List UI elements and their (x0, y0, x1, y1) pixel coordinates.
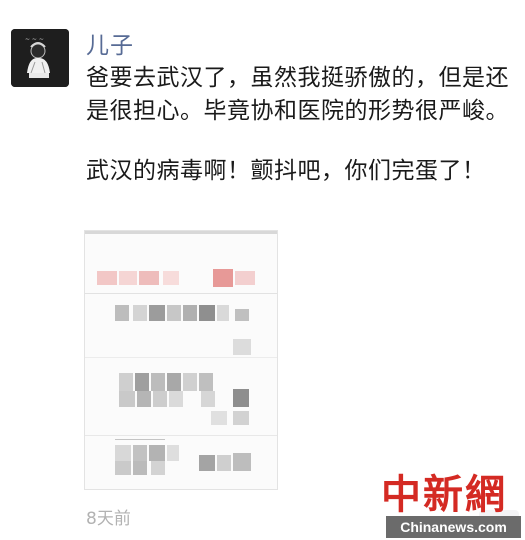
watermark-logo: 中新網 (381, 471, 507, 518)
avatar-image: ~ ~ ~ (11, 29, 69, 87)
watermark-url: Chinanews.com (386, 516, 521, 538)
author-name[interactable]: 儿子 (86, 26, 134, 60)
attached-image-thumbnail[interactable] (84, 230, 278, 490)
avatar[interactable]: ~ ~ ~ (11, 29, 69, 87)
watermark: 中新網 Chinanews.com (380, 462, 525, 540)
post-timestamp: 8天前 (86, 509, 131, 529)
svg-text:~ ~ ~: ~ ~ ~ (25, 36, 44, 43)
post-paragraph: 武汉的病毒啊！颤抖吧，你们完蛋了！ (86, 158, 486, 184)
post-text: 爸要去武汉了，虽然我挺骄傲的，但是还是很担心。毕竟协和医院的形势很严峻。 武汉的… (86, 62, 516, 188)
post-paragraph: 爸要去武汉了，虽然我挺骄傲的，但是还是很担心。毕竟协和医院的形势很严峻。 (86, 65, 509, 124)
